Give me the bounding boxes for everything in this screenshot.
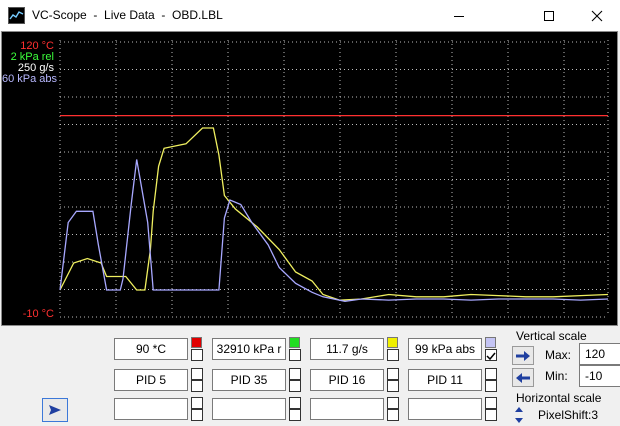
channel-checkbox[interactable] bbox=[289, 349, 301, 361]
channel-color-swatch[interactable] bbox=[289, 337, 300, 348]
minimize-icon bbox=[454, 15, 464, 17]
channel-option-checkbox[interactable] bbox=[485, 397, 497, 409]
play-icon bbox=[49, 405, 61, 415]
channel-option-checkbox[interactable] bbox=[387, 397, 399, 409]
scale-up-button[interactable] bbox=[512, 346, 534, 365]
max-input[interactable]: 120 bbox=[579, 343, 620, 365]
min-label: Min: bbox=[545, 369, 568, 383]
channel-checkbox[interactable] bbox=[387, 349, 399, 361]
channel-option-checkbox[interactable] bbox=[191, 397, 203, 409]
arrow-left-icon bbox=[516, 372, 530, 383]
channel-value: 32910 kPa r bbox=[212, 338, 286, 360]
maximize-button[interactable] bbox=[526, 0, 572, 31]
window-title: VC-Scope - Live Data - OBD.LBL bbox=[32, 8, 223, 22]
series-line-pid-16 bbox=[59, 127, 609, 301]
maximize-icon bbox=[544, 10, 554, 21]
series-line-pid-11 bbox=[59, 159, 609, 302]
channel-option-checkbox[interactable] bbox=[485, 409, 497, 421]
channel-pid-select[interactable]: PID 5 bbox=[114, 369, 188, 391]
y-max-label-4: 60 kPa abs bbox=[2, 73, 58, 85]
channel-pid-select[interactable]: PID 16 bbox=[310, 369, 384, 391]
close-icon bbox=[591, 10, 603, 21]
pixelshift-spinner[interactable] bbox=[514, 405, 524, 425]
channel-checkbox[interactable] bbox=[191, 349, 203, 361]
channel-value: 11.7 g/s bbox=[310, 338, 384, 360]
channel-extra-field[interactable] bbox=[114, 398, 188, 420]
scope-display: 120 °C 2 kPa rel 250 g/s 60 kPa abs -10 … bbox=[1, 31, 618, 326]
pixelshift-label: PixelShift:3 bbox=[538, 408, 599, 422]
min-input[interactable]: -10 bbox=[579, 365, 620, 387]
play-button[interactable] bbox=[42, 398, 68, 422]
channel-option-checkbox[interactable] bbox=[191, 380, 203, 392]
channel-option-checkbox[interactable] bbox=[289, 380, 301, 392]
scope-chart bbox=[59, 40, 609, 318]
channel-option-checkbox[interactable] bbox=[289, 368, 301, 380]
horizontal-scale-label: Horizontal scale bbox=[516, 391, 602, 405]
channel-value: 99 kPa abs bbox=[408, 338, 482, 360]
channel-option-checkbox[interactable] bbox=[387, 368, 399, 380]
close-button[interactable] bbox=[574, 0, 620, 31]
channel-pid-select[interactable]: PID 35 bbox=[212, 369, 286, 391]
channel-option-checkbox[interactable] bbox=[191, 409, 203, 421]
channel-option-checkbox[interactable] bbox=[289, 409, 301, 421]
channel-pid-select[interactable]: PID 11 bbox=[408, 369, 482, 391]
minimize-button[interactable] bbox=[436, 0, 482, 31]
channel-option-checkbox[interactable] bbox=[387, 380, 399, 392]
channel-extra-field[interactable] bbox=[408, 398, 482, 420]
channel-color-swatch[interactable] bbox=[191, 337, 202, 348]
channel-color-swatch[interactable] bbox=[387, 337, 398, 348]
channel-option-checkbox[interactable] bbox=[191, 368, 203, 380]
title-bar: VC-Scope - Live Data - OBD.LBL bbox=[0, 0, 620, 31]
checkmark-icon bbox=[486, 352, 496, 361]
channel-extra-field[interactable] bbox=[212, 398, 286, 420]
channel-extra-field[interactable] bbox=[310, 398, 384, 420]
app-icon bbox=[8, 7, 25, 24]
channel-option-checkbox[interactable] bbox=[485, 380, 497, 392]
channel-option-checkbox[interactable] bbox=[289, 397, 301, 409]
vertical-scale-label: Vertical scale bbox=[516, 329, 587, 343]
channel-option-checkbox[interactable] bbox=[387, 409, 399, 421]
channel-option-checkbox[interactable] bbox=[485, 368, 497, 380]
channel-value: 90 *C bbox=[114, 338, 188, 360]
y-min-label: -10 °C bbox=[22, 308, 54, 320]
max-label: Max: bbox=[545, 348, 572, 362]
channel-checkbox[interactable] bbox=[485, 349, 497, 361]
scale-down-button[interactable] bbox=[512, 368, 534, 387]
arrow-right-icon bbox=[516, 350, 530, 361]
channel-color-swatch[interactable] bbox=[485, 337, 496, 348]
